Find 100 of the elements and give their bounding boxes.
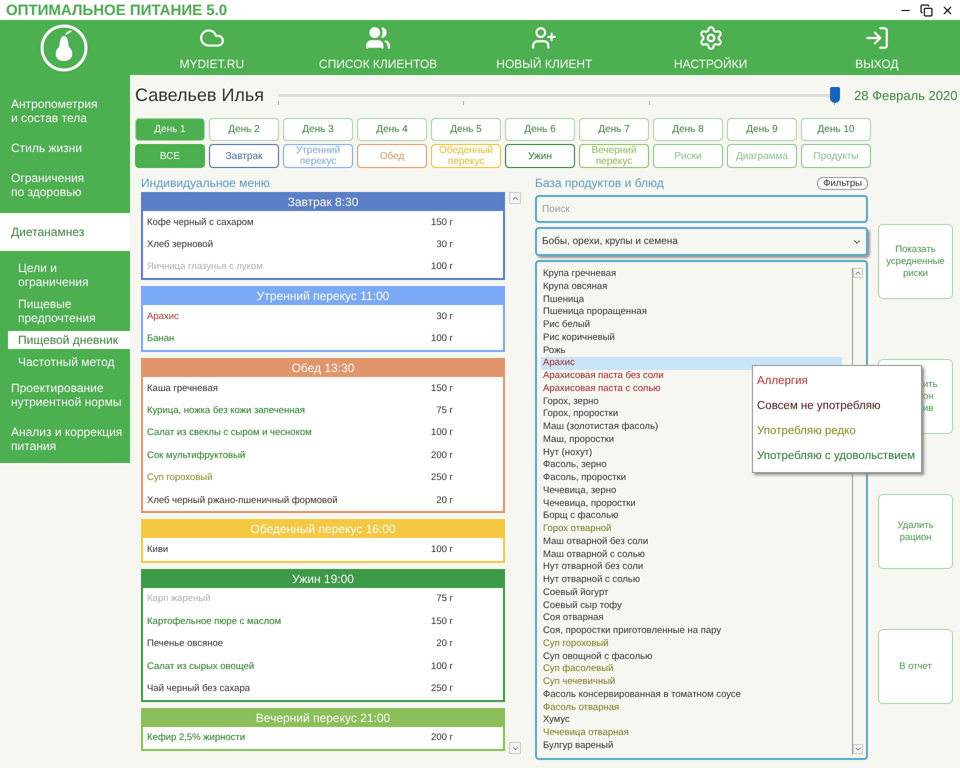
- food-amount: 150 г: [431, 382, 453, 394]
- product-item[interactable]: Фасоль отварная: [541, 702, 842, 714]
- product-item[interactable]: Рис белый: [541, 319, 842, 332]
- action-button[interactable]: Удалить рацион: [878, 494, 953, 569]
- day-tab[interactable]: День 1: [135, 118, 205, 141]
- sidebar-item[interactable]: Антропометрия и состав тела: [0, 91, 130, 131]
- view-tab[interactable]: Утренний перекус: [283, 144, 353, 168]
- menu-item[interactable]: Совсем не употребляю: [753, 394, 921, 419]
- view-tab[interactable]: ВСЕ: [135, 144, 205, 168]
- nav-button[interactable]: СПИСОК КЛИЕНТОВ: [294, 24, 462, 70]
- food-name: Картофельное пюре с маслом: [147, 616, 282, 627]
- sidebar-item[interactable]: Стиль жизни: [0, 135, 130, 161]
- sidebar-subitem[interactable]: Пищевой дневник: [8, 331, 130, 349]
- food-name: Суп гороховый: [147, 472, 213, 484]
- maximize-icon[interactable]: [920, 4, 933, 16]
- sidebar-item[interactable]: Ограничения по здоровью: [0, 165, 130, 205]
- action-button[interactable]: В отчет: [878, 629, 953, 704]
- product-item[interactable]: Борщ с фасолью: [541, 510, 842, 523]
- day-tab[interactable]: День 2: [209, 118, 279, 141]
- product-item[interactable]: Фасоль консервированная в томатном соусе: [541, 688, 842, 702]
- view-tab[interactable]: Обед: [357, 144, 427, 168]
- product-item[interactable]: Крупа гречневая: [541, 268, 842, 281]
- nav-button[interactable]: НАСТРОЙКИ: [627, 24, 794, 70]
- food-amount: 100 г: [431, 261, 453, 272]
- product-item[interactable]: Суп чечевичный: [541, 676, 842, 689]
- product-item[interactable]: Чечевица, проростки: [541, 498, 842, 510]
- menu-item[interactable]: Употребляю редко: [753, 419, 921, 444]
- day-tab[interactable]: День 9: [727, 118, 797, 141]
- product-item[interactable]: Булгур вареный: [541, 740, 842, 752]
- product-item[interactable]: Хумус: [541, 714, 842, 727]
- category-dropdown[interactable]: Бобы, орехи, крупы и семена: [535, 227, 868, 256]
- product-item[interactable]: Рожь: [541, 344, 842, 358]
- panel-title: База продуктов и блюд: [535, 175, 664, 192]
- food-amount: 75 г: [436, 593, 453, 604]
- day-tab[interactable]: День 7: [579, 118, 649, 141]
- product-item[interactable]: Пшеница проращенная: [541, 306, 842, 319]
- menu-item[interactable]: Употребляю с удовольствием: [753, 444, 921, 469]
- food-name: Хлеб зерновой: [147, 239, 214, 250]
- scroll-up-button[interactable]: [853, 268, 863, 278]
- product-item[interactable]: Пшеница: [541, 294, 842, 306]
- scroll-up-button[interactable]: [509, 192, 521, 204]
- sidebar-subitem[interactable]: Пищевые предпочтения: [8, 295, 130, 327]
- search-field[interactable]: Поиск: [535, 195, 868, 223]
- product-item[interactable]: Соевый сыр тофу: [541, 600, 842, 612]
- product-item[interactable]: Суп фасолевый: [541, 663, 842, 676]
- meal-header: Ужин 19:00: [143, 570, 503, 588]
- sidebar-item[interactable]: Анализ и коррекция питания: [0, 419, 130, 459]
- day-tab[interactable]: День 5: [431, 118, 501, 141]
- view-tab[interactable]: Ужин: [505, 144, 575, 168]
- settings-icon: [698, 24, 724, 50]
- product-item[interactable]: Маш отварной с солью: [541, 548, 842, 562]
- sidebar-item[interactable]: Проектирование нутриентной нормы: [0, 375, 130, 415]
- day-tab[interactable]: День 4: [357, 118, 427, 141]
- day-tab[interactable]: День 6: [505, 118, 575, 141]
- product-item[interactable]: Фасоль, проростки: [541, 472, 842, 485]
- product-item[interactable]: Крупа овсяная: [541, 280, 842, 294]
- slider-thumb[interactable]: [830, 87, 840, 103]
- product-item[interactable]: Соя отварная: [541, 612, 842, 625]
- nav-button[interactable]: НОВЫЙ КЛИЕНТ: [461, 24, 628, 70]
- food-name: Салат из свеклы с сыром и чесноком: [147, 427, 312, 438]
- view-tab[interactable]: Завтрак: [209, 144, 279, 168]
- users-icon: [365, 24, 392, 50]
- food-name: Салат из сырых овощей: [147, 660, 254, 672]
- product-item[interactable]: Рис коричневый: [541, 332, 842, 344]
- menu-item[interactable]: Аллергия: [753, 369, 921, 394]
- product-item[interactable]: Чечевица отварная: [541, 727, 842, 740]
- day-tab[interactable]: День 10: [801, 118, 871, 141]
- date-label: 28 Февраль 2020: [854, 88, 958, 102]
- product-item[interactable]: Нут отварной без соли: [541, 561, 842, 574]
- food-name: Печенье овсяное: [147, 638, 224, 650]
- day-tab[interactable]: День 8: [653, 118, 723, 141]
- scroll-down-button[interactable]: [509, 742, 521, 754]
- sidebar-item[interactable]: Диетанамнез: [0, 213, 130, 251]
- product-item[interactable]: Чечевица, зерно: [541, 484, 842, 498]
- timeline-slider[interactable]: [278, 86, 840, 106]
- day-tab[interactable]: День 3: [283, 118, 353, 141]
- sidebar-subitem[interactable]: Частотный метод: [8, 353, 130, 371]
- food-amount: 250 г: [431, 682, 453, 694]
- product-item[interactable]: Горох отварной: [541, 523, 842, 536]
- meal-header: Обед 13:30: [143, 360, 503, 377]
- product-item[interactable]: Суп гороховый: [541, 638, 842, 650]
- food-amount: 100 г: [431, 333, 453, 344]
- filters-button[interactable]: Фильтры: [817, 176, 868, 190]
- scroll-down-button[interactable]: [853, 744, 863, 754]
- product-item[interactable]: Маш отварной без соли: [541, 536, 842, 548]
- caret-down-icon: [854, 745, 862, 753]
- nav-button[interactable]: MYDIET.RU: [128, 24, 295, 70]
- food-name: Арахис: [147, 310, 179, 322]
- action-button[interactable]: Показать усредненные риски: [878, 224, 953, 299]
- food-name: Курица, ножка без кожи запеченная: [147, 405, 305, 416]
- product-item[interactable]: Соевый йогурт: [541, 586, 842, 600]
- food-amount: 75 г: [436, 405, 453, 416]
- pear-logo-icon: [39, 22, 90, 72]
- close-icon[interactable]: [941, 4, 954, 16]
- product-item[interactable]: Суп овощной с фасолью: [541, 650, 842, 664]
- nav-button[interactable]: ВЫХОД: [794, 24, 960, 70]
- sidebar-subitem[interactable]: Цели и ограничения: [8, 259, 130, 291]
- food-name: Карп жареный: [147, 593, 210, 604]
- product-item[interactable]: Нут отварной с солью: [541, 574, 842, 587]
- product-item[interactable]: Соя, проростки приготовленные на пару: [541, 625, 842, 638]
